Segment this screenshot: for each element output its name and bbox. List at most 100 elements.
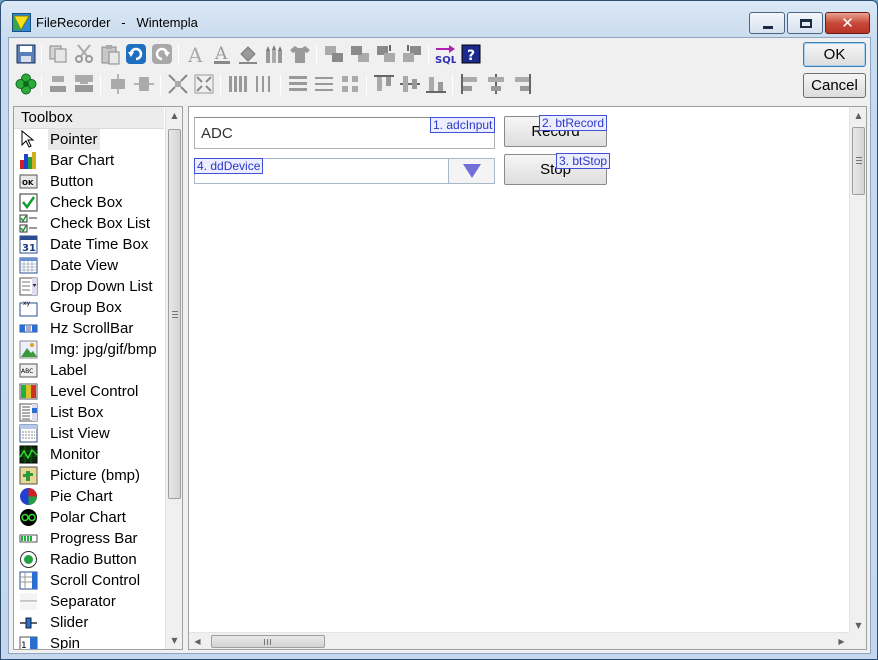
check-box-list-icon [19, 214, 38, 233]
bring-forward-tool[interactable] [375, 43, 397, 65]
align-center-tool[interactable] [485, 73, 507, 95]
copy-tool[interactable] [47, 43, 69, 65]
align-top-tool[interactable] [373, 73, 395, 95]
save-tool[interactable] [15, 43, 37, 65]
toolbox-item-list-view[interactable]: List View [14, 423, 166, 444]
align-left-tool[interactable] [459, 73, 481, 95]
font-color-tool[interactable]: A [211, 43, 233, 65]
scroll-down-icon[interactable]: ▼ [166, 632, 182, 649]
dropdown-button[interactable] [448, 159, 494, 183]
space-horizontal-tool[interactable] [227, 73, 249, 95]
shirt-tool[interactable] [289, 43, 311, 65]
date-view-icon [19, 256, 38, 275]
toolbox-item-label: Progress Bar [50, 530, 138, 547]
cancel-button[interactable]: Cancel [803, 73, 866, 98]
toolbar-separator [41, 45, 42, 65]
crayons-icon [266, 45, 282, 63]
toolbox-item-polar-chart[interactable]: Polar Chart [14, 507, 166, 528]
radio-button-icon [19, 550, 38, 569]
toolbox-item-spin[interactable]: 1 Spin [14, 633, 166, 649]
font-tool[interactable]: A [185, 43, 207, 65]
svg-text:31: 31 [22, 243, 36, 254]
toolbox-item-date-view[interactable]: Date View [14, 255, 166, 276]
space-horizontal-equal-tool[interactable] [253, 73, 275, 95]
same-width-tool[interactable] [47, 73, 69, 95]
toolbox-item-label-control[interactable]: ABC Label [14, 360, 166, 381]
toolbox-item-pie-chart[interactable]: Pie Chart [14, 486, 166, 507]
align-right-icon [515, 74, 531, 94]
bring-front-tool[interactable] [323, 43, 345, 65]
toolbox-item-label: Img: jpg/gif/bmp [50, 341, 157, 358]
minimize-button[interactable] [749, 12, 785, 34]
expand-tool[interactable] [167, 73, 189, 95]
toolbox-item-radio-button[interactable]: Radio Button [14, 549, 166, 570]
title-bar[interactable]: FileRecorder - Wintempla ✕ [1, 1, 877, 37]
space-vertical-tool[interactable] [287, 73, 309, 95]
toolbox-item-drop-down-list[interactable]: Drop Down List [14, 276, 166, 297]
toolbox-item-slider[interactable]: Slider [14, 612, 166, 633]
space-vertical-equal-tool[interactable] [313, 73, 335, 95]
close-icon: ✕ [841, 14, 854, 32]
center-horizontal-tool[interactable] [107, 73, 129, 95]
toolbox-item-group-box[interactable]: xy Group Box [14, 297, 166, 318]
polar-chart-icon [19, 508, 38, 527]
center-horizontal-icon [111, 74, 125, 94]
scrollbar-thumb[interactable] [852, 127, 865, 195]
align-middle-icon [400, 76, 420, 92]
redo-tool[interactable] [151, 43, 173, 65]
paste-tool[interactable] [99, 43, 121, 65]
scroll-right-icon[interactable]: ▶ [833, 633, 850, 649]
svg-text:ABC: ABC [21, 368, 33, 375]
toolbox-toggle-tool[interactable] [15, 73, 37, 95]
align-right-tool[interactable] [511, 73, 533, 95]
toolbox-item-check-box[interactable]: Check Box [14, 192, 166, 213]
scrollbar-thumb[interactable] [211, 635, 325, 648]
grid-tool[interactable] [339, 73, 361, 95]
close-button[interactable]: ✕ [825, 12, 870, 34]
toolbox-item-label: Bar Chart [50, 152, 115, 169]
same-height-tool[interactable] [73, 73, 95, 95]
toolbox-item-label: Scroll Control [50, 572, 141, 589]
toolbox-vertical-scrollbar[interactable]: ▲ ▼ [165, 107, 182, 649]
send-back-tool[interactable] [349, 43, 371, 65]
toolbox-item-monitor[interactable]: Monitor [14, 444, 166, 465]
toolbox-item-check-box-list[interactable]: Check Box List [14, 213, 166, 234]
toolbox-item-hz-scrollbar[interactable]: Hz ScrollBar [14, 318, 166, 339]
shrink-tool[interactable] [193, 73, 215, 95]
layers-backward-icon [403, 45, 421, 62]
undo-tool[interactable] [125, 43, 147, 65]
scroll-up-icon[interactable]: ▲ [166, 107, 182, 124]
cut-tool[interactable] [73, 43, 95, 65]
align-left-icon [461, 74, 477, 94]
toolbox-item-image[interactable]: Img: jpg/gif/bmp [14, 339, 166, 360]
app-name: FileRecorder [36, 15, 111, 30]
toolbox-item-list-box[interactable]: List Box [14, 402, 166, 423]
toolbox-item-progress-bar[interactable]: Progress Bar [14, 528, 166, 549]
help-tool[interactable]: ? [460, 43, 482, 65]
scrollbar-thumb[interactable] [168, 129, 181, 499]
canvas-vertical-scrollbar[interactable]: ▲ ▼ [849, 107, 866, 634]
toolbox-item-pointer[interactable]: Pointer [14, 129, 166, 150]
toolbox-item-date-time-box[interactable]: 31 Date Time Box [14, 234, 166, 255]
scroll-left-icon[interactable]: ◀ [189, 633, 206, 649]
toolbox-item-scroll-control[interactable]: Scroll Control [14, 570, 166, 591]
ok-button[interactable]: OK [803, 42, 866, 67]
canvas-horizontal-scrollbar[interactable]: ◀ ▶ [189, 632, 850, 649]
align-middle-tool[interactable] [399, 73, 421, 95]
toolbox-item-button[interactable]: OK Button [14, 171, 166, 192]
redo-icon [152, 44, 172, 64]
center-vertical-tool[interactable] [133, 73, 155, 95]
toolbox-item-picture[interactable]: Picture (bmp) [14, 465, 166, 486]
toolbox-item-separator[interactable]: Separator [14, 591, 166, 612]
send-backward-tool[interactable] [401, 43, 423, 65]
scroll-up-icon[interactable]: ▲ [850, 107, 866, 124]
design-canvas[interactable]: ADC Record Stop 1. adcInput 2. btRecord … [188, 106, 867, 650]
toolbox-item-bar-chart[interactable]: Bar Chart [14, 150, 166, 171]
align-bottom-tool[interactable] [425, 73, 447, 95]
fill-color-tool[interactable] [237, 43, 259, 65]
maximize-button[interactable] [787, 12, 823, 34]
sql-tool[interactable]: SQL [434, 43, 456, 65]
crayons-tool[interactable] [263, 43, 285, 65]
toolbox-item-level-control[interactable]: Level Control [14, 381, 166, 402]
control-tag-btstop: 3. btStop [556, 153, 611, 169]
